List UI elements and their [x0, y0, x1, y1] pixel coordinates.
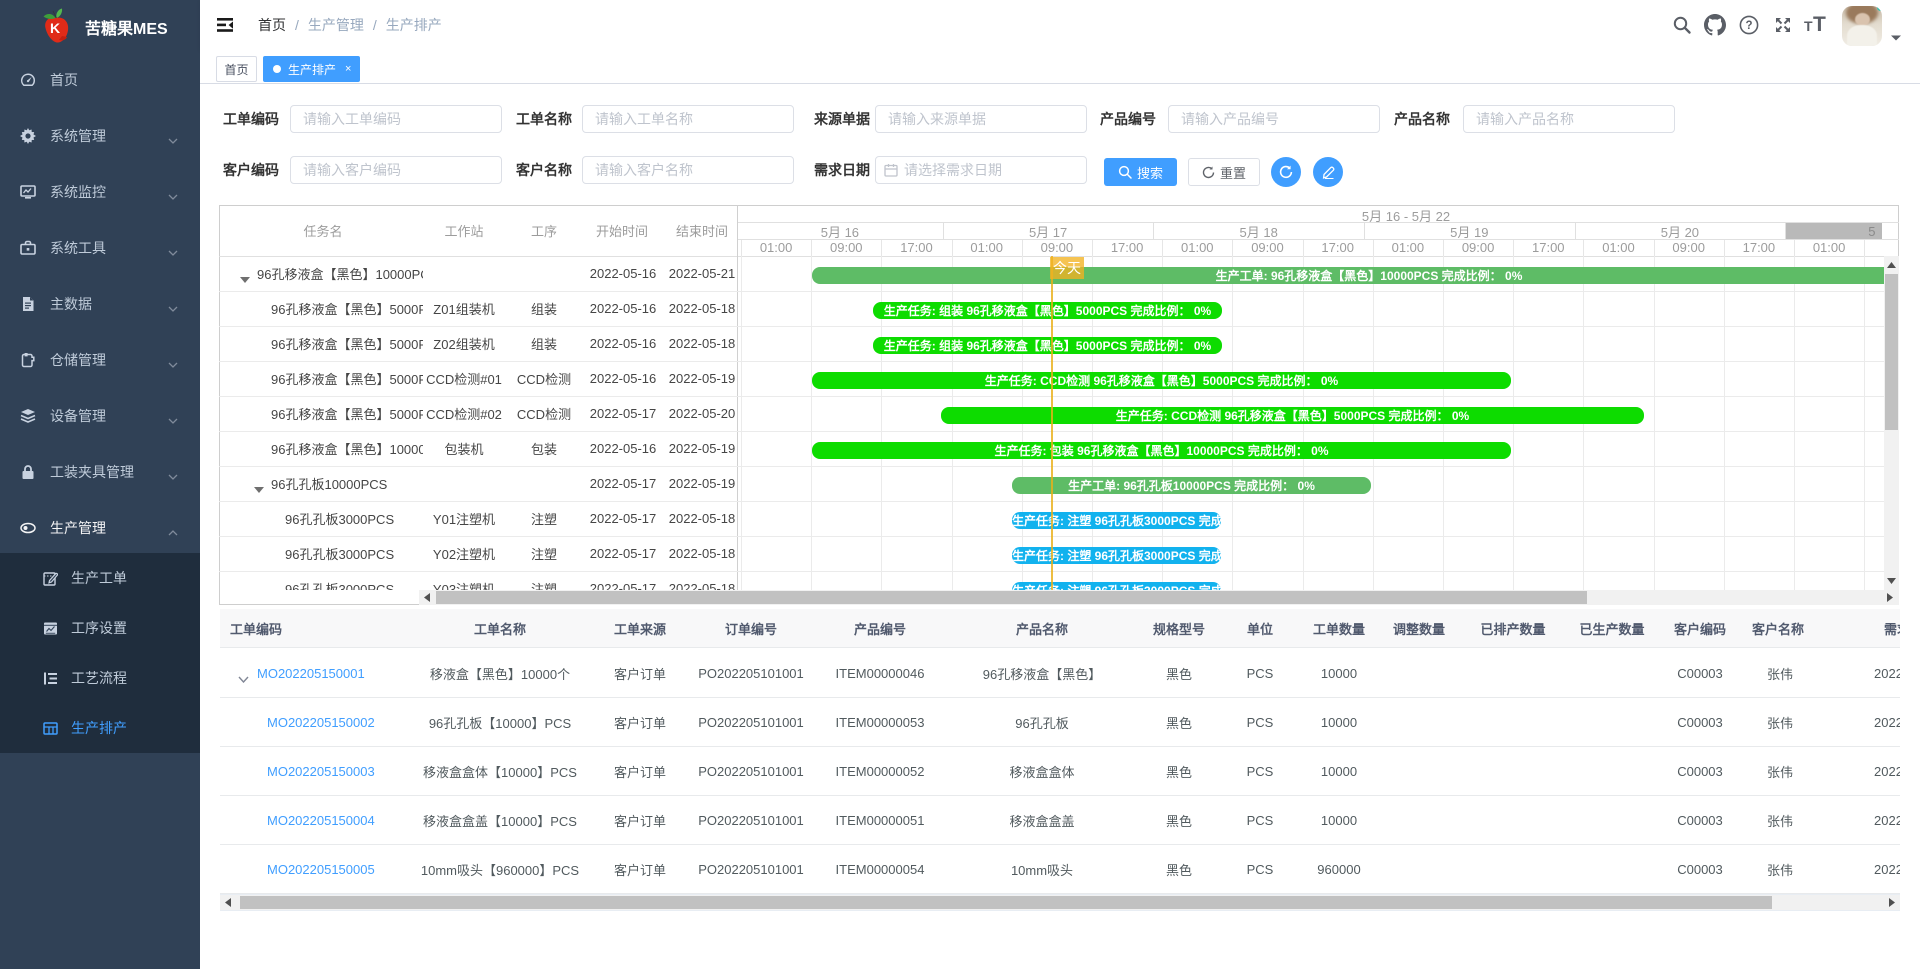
svg-text:K: K: [50, 20, 60, 36]
svg-text:?: ?: [1745, 20, 1752, 32]
